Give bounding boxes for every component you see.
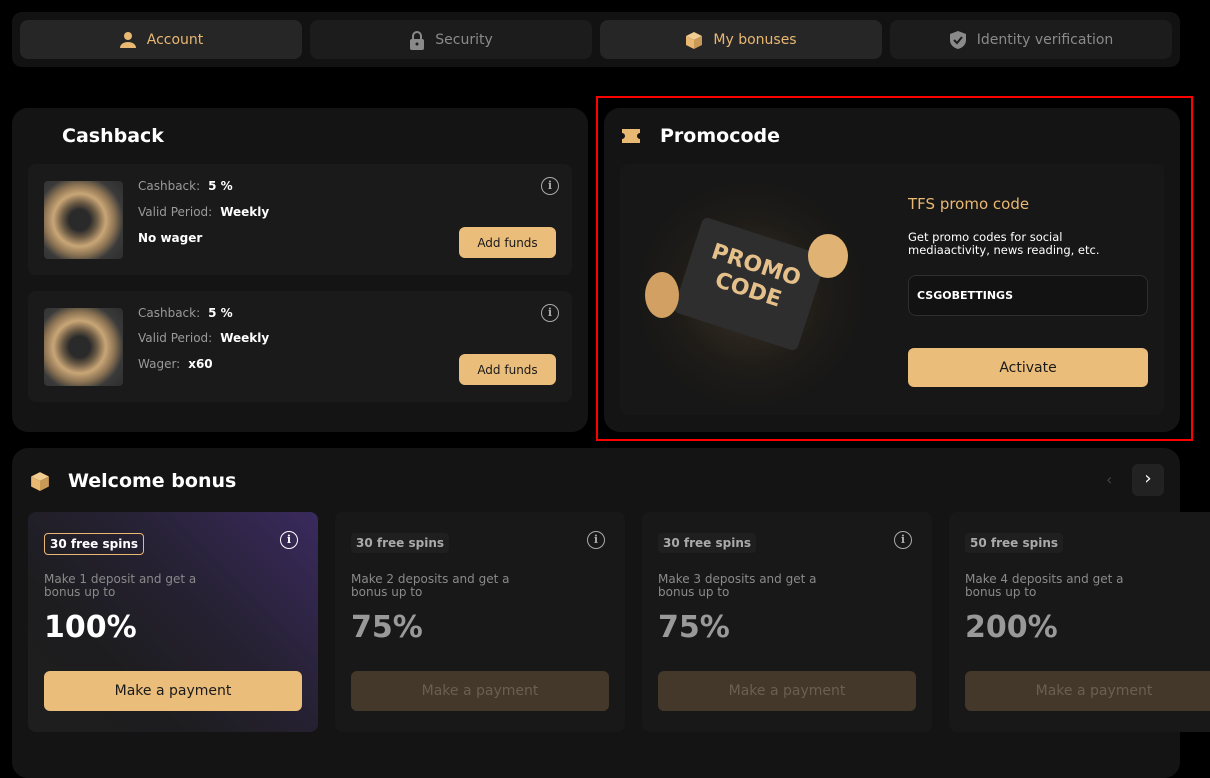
bonus-card: 30 free spins i Make 3 deposits and get …: [642, 512, 932, 732]
tab-label: Account: [146, 31, 204, 48]
period-label: Valid Period:: [138, 331, 213, 345]
add-funds-button[interactable]: Add funds: [459, 354, 556, 385]
period-value: Weekly: [220, 331, 270, 345]
make-payment-button[interactable]: Make a payment: [965, 671, 1210, 711]
tab-label: My bonuses: [713, 31, 797, 48]
promo-card: PROMO CODE TFS promo code Get promo code…: [620, 164, 1164, 415]
free-spins-badge: 30 free spins: [351, 533, 450, 553]
cashback-label: Cashback:: [138, 306, 201, 320]
cashback-item: Cashback: 5 % Valid Period: Weekly Wager: x…: [28, 291, 572, 402]
free-spins-badge: 30 free spins: [658, 533, 757, 553]
bonus-card: 50 free spins Make 4 deposits and get a …: [949, 512, 1210, 732]
prev-arrow-icon[interactable]: ‹: [1106, 470, 1112, 489]
wager-text: No wager: [138, 231, 203, 245]
free-spins-badge: 50 free spins: [965, 533, 1064, 553]
cashback-image: [44, 181, 123, 259]
user-icon: [119, 31, 136, 48]
bonus-description: Make 3 deposits and get a bonus up to: [658, 572, 817, 599]
bonus-description: Make 4 deposits and get a bonus up to: [965, 572, 1124, 599]
ticket-icon: [622, 129, 640, 143]
tab-label: Security: [435, 31, 493, 48]
cashback-title: Cashback: [62, 125, 164, 147]
wager-value: x60: [188, 357, 213, 371]
cashback-panel: Cashback Cashback: 5 % Valid Period: Weekl…: [12, 108, 588, 432]
bonus-card: 30 free spins i Make 1 deposit and get a…: [28, 512, 318, 732]
period-label: Valid Period:: [138, 205, 213, 219]
make-payment-button[interactable]: Make a payment: [44, 671, 302, 711]
bonus-value: 200%: [965, 610, 1058, 645]
wager-label: Wager:: [138, 357, 181, 371]
info-icon[interactable]: i: [541, 177, 559, 195]
make-payment-button[interactable]: Make a payment: [351, 671, 609, 711]
tab-account[interactable]: Account: [20, 20, 302, 59]
cashback-image: [44, 308, 123, 386]
cashback-item: Cashback: 5 % Valid Period: Weekly No wage…: [28, 164, 572, 275]
info-icon[interactable]: i: [541, 304, 559, 322]
box-icon: [686, 31, 703, 49]
bonus-description: Make 1 deposit and get a bonus up to: [44, 572, 197, 599]
info-icon[interactable]: i: [894, 531, 912, 549]
bonus-card: 30 free spins i Make 2 deposits and get …: [335, 512, 625, 732]
tab-security[interactable]: Security: [310, 20, 592, 59]
promocode-title: Promocode: [660, 125, 781, 147]
tab-identity-verification[interactable]: Identity verification: [890, 20, 1172, 59]
add-funds-button[interactable]: Add funds: [459, 227, 556, 258]
cashback-value: 5 %: [208, 306, 233, 320]
cashback-label: Cashback:: [138, 179, 201, 193]
bonus-value: 75%: [658, 610, 730, 645]
info-icon[interactable]: i: [587, 531, 605, 549]
welcome-title: Welcome bonus: [68, 470, 237, 492]
profile-tabs: Account Security My bonuses Identity ver…: [12, 12, 1180, 67]
promo-subtitle: TFS promo code: [908, 195, 1030, 213]
next-arrow-icon[interactable]: ›: [1132, 464, 1164, 496]
cashback-value: 5 %: [208, 179, 233, 193]
period-value: Weekly: [220, 205, 270, 219]
bonus-description: Make 2 deposits and get a bonus up to: [351, 572, 510, 599]
box-icon: [31, 472, 49, 491]
activate-button[interactable]: Activate: [908, 348, 1148, 387]
promo-description: Get promo codes for social mediaactivity…: [908, 230, 1100, 257]
bonus-value: 75%: [351, 610, 423, 645]
promo-code-image: PROMO CODE: [630, 184, 870, 404]
lock-icon: [410, 30, 425, 50]
info-icon[interactable]: i: [280, 531, 298, 549]
promo-code-input[interactable]: [908, 275, 1148, 316]
promocode-panel: Promocode PROMO CODE TFS promo code Get …: [604, 108, 1180, 432]
tab-label: Identity verification: [976, 31, 1114, 48]
tab-my-bonuses[interactable]: My bonuses: [600, 20, 882, 59]
make-payment-button[interactable]: Make a payment: [658, 671, 916, 711]
free-spins-badge: 30 free spins: [44, 533, 145, 555]
bonus-value: 100%: [44, 610, 137, 645]
shield-check-icon: [949, 30, 966, 49]
